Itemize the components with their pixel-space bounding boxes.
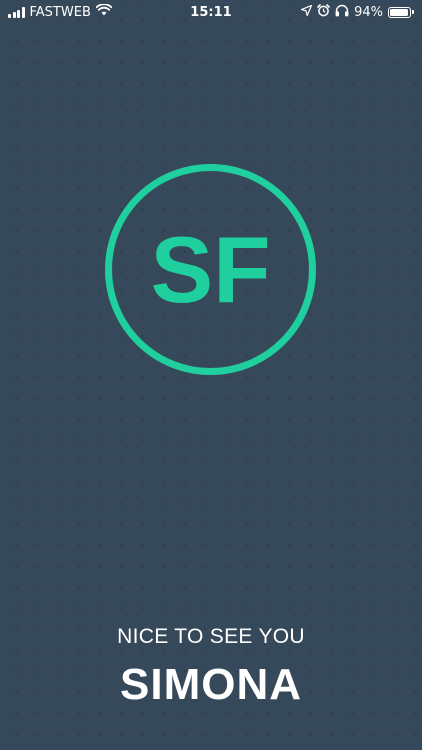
logo-initials: SF xyxy=(150,217,270,322)
carrier-name: FASTWEB xyxy=(29,4,91,20)
status-bar: FASTWEB 15:11 94% xyxy=(0,0,422,24)
status-time: 15:11 xyxy=(190,4,232,20)
battery-icon xyxy=(388,6,411,18)
signal-icon xyxy=(8,6,25,18)
user-initials-logo: SF xyxy=(104,163,317,376)
alarm-icon xyxy=(317,3,330,21)
battery-fill xyxy=(390,8,408,16)
location-icon xyxy=(300,4,313,20)
wifi-icon xyxy=(95,3,113,20)
battery-tip xyxy=(412,10,414,14)
status-right: 94% xyxy=(300,3,414,21)
user-name: SIMONA xyxy=(120,660,302,709)
battery-percent: 94% xyxy=(354,4,383,20)
status-left: FASTWEB xyxy=(8,3,113,20)
greeting-text: NICE TO SEE YOU xyxy=(117,625,305,648)
headphones-icon xyxy=(335,4,349,21)
